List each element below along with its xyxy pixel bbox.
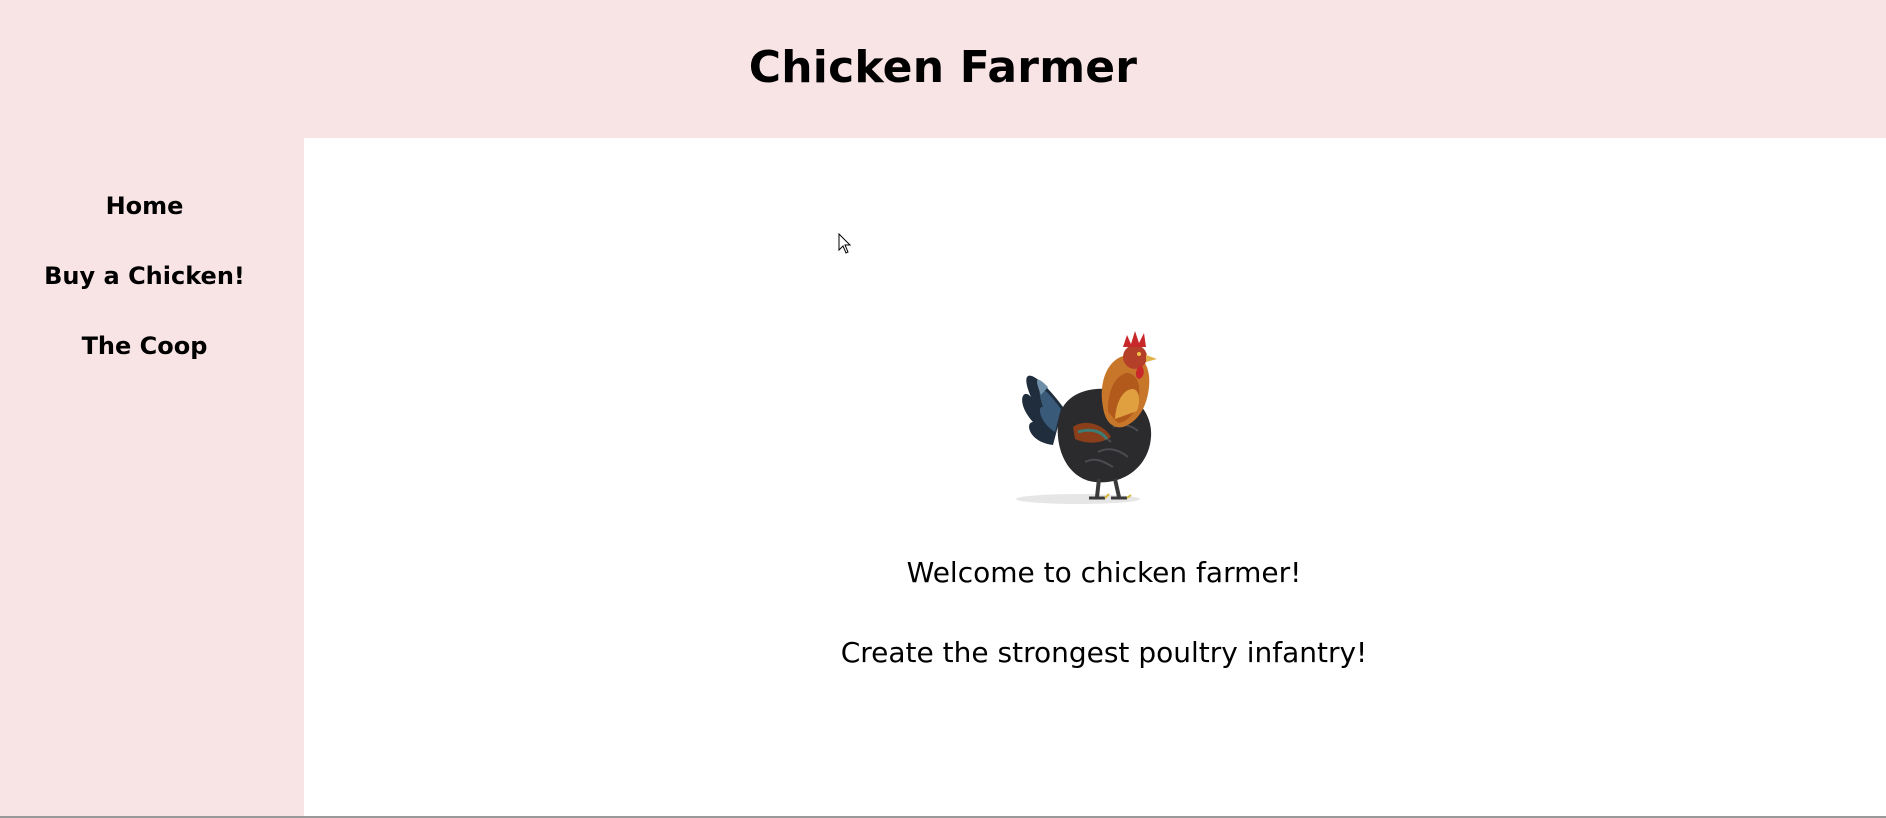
sidebar-item-home[interactable]: Home (0, 190, 289, 222)
tagline-text: Create the strongest poultry infantry! (840, 636, 1368, 669)
app-title: Chicken Farmer (748, 42, 1138, 93)
mouse-pointer-icon (838, 233, 852, 254)
sidebar-item-buy-a-chicken[interactable]: Buy a Chicken! (0, 260, 289, 292)
sidebar-item-the-coop[interactable]: The Coop (0, 330, 289, 362)
welcome-text: Welcome to chicken farmer! (906, 556, 1302, 589)
sidebar-nav: Home Buy a Chicken! The Coop (0, 138, 304, 818)
rooster-image (1016, 331, 1157, 504)
header-bar: Chicken Farmer (0, 0, 1886, 138)
